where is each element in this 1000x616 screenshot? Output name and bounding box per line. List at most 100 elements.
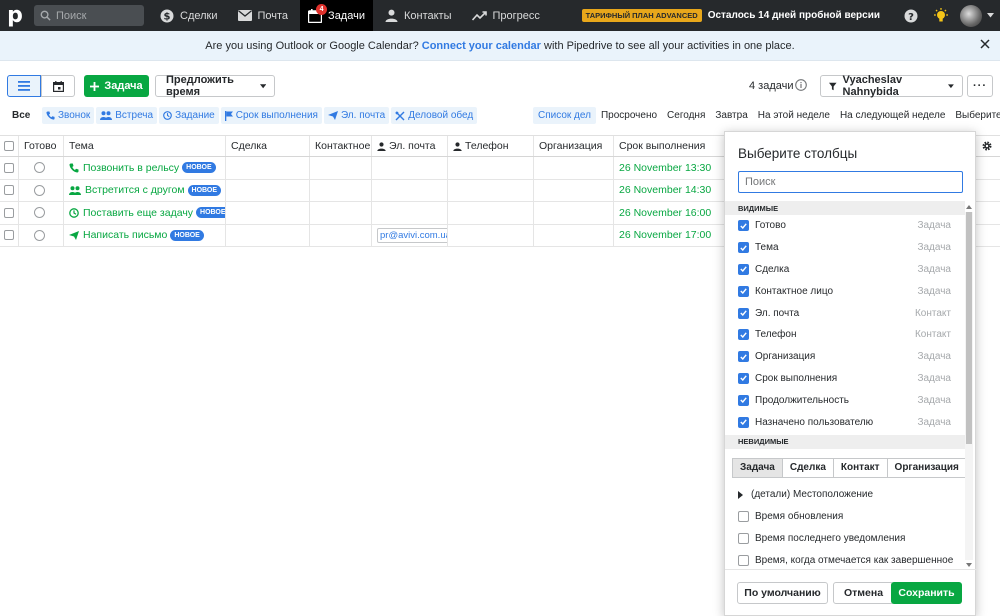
period-select[interactable]: Выберите период [950, 107, 1000, 124]
tab-organization[interactable]: Организация [886, 457, 967, 478]
subject-link[interactable]: Написать письмо [69, 229, 167, 241]
nav-contacts[interactable]: Контакты [377, 0, 460, 31]
pipedrive-logo[interactable]: p [0, 0, 30, 31]
period-overdue[interactable]: Просрочено [596, 107, 662, 124]
list-view-button[interactable] [7, 75, 41, 97]
column-item[interactable]: Сделка Задача [725, 259, 965, 281]
row-checkbox[interactable] [4, 207, 14, 218]
scrollbar-thumb[interactable] [966, 212, 972, 444]
period-next-week[interactable]: На следующей неделе [835, 107, 950, 124]
mark-done-radio[interactable] [34, 162, 45, 174]
column-item[interactable]: Организация Задача [725, 346, 965, 368]
checked-checkbox[interactable] [738, 372, 749, 384]
filter-type-lunch[interactable]: Деловой обед [391, 107, 478, 124]
column-item[interactable]: Продолжительность Задача [725, 389, 965, 411]
column-item[interactable]: Готово Задача [725, 215, 965, 237]
filter-type-deadline[interactable]: Срок выполнения [220, 107, 322, 124]
subject-link[interactable]: Позвонить в рельсу [69, 162, 179, 174]
column-item[interactable]: Время последнего уведомления [725, 528, 965, 550]
scroll-down-arrow[interactable] [966, 563, 972, 567]
header-done[interactable]: Готово [19, 136, 64, 156]
unchecked-checkbox[interactable] [738, 554, 749, 566]
user-menu-caret[interactable] [982, 0, 998, 31]
column-item[interactable]: Время обновления [725, 506, 965, 528]
user-avatar[interactable] [960, 4, 982, 27]
nav-progress[interactable]: Прогресс [464, 0, 548, 31]
column-group-location[interactable]: (детали) Местоположение [725, 484, 977, 506]
column-item[interactable]: Назначено пользователю Задача [725, 411, 965, 433]
unchecked-checkbox[interactable] [738, 511, 749, 523]
column-item[interactable]: Тема Задача [725, 237, 965, 259]
column-item[interactable]: Срок выполнения Задача [725, 368, 965, 390]
checked-checkbox[interactable] [738, 263, 749, 275]
global-search[interactable] [34, 5, 144, 26]
tips-button[interactable] [928, 0, 954, 31]
reset-default-button[interactable]: По умолчанию [737, 582, 828, 604]
subject-link[interactable]: Поставить еще задачу [69, 207, 193, 219]
nav-mail[interactable]: Почта [230, 0, 297, 31]
header-org[interactable]: Организация [534, 136, 614, 156]
checked-checkbox[interactable] [738, 416, 749, 428]
checked-checkbox[interactable] [738, 351, 749, 363]
filter-type-task[interactable]: Задание [159, 107, 219, 124]
suggest-time-button[interactable]: Предложить время [155, 74, 275, 98]
mark-done-radio[interactable] [34, 207, 45, 219]
more-options-button[interactable]: ··· [967, 75, 993, 97]
checked-checkbox[interactable] [738, 394, 749, 406]
column-settings-button[interactable] [981, 140, 993, 155]
checked-checkbox[interactable] [738, 307, 749, 319]
column-item[interactable]: Телефон Контакт [725, 324, 965, 346]
column-item[interactable]: Эл. почта Контакт [725, 302, 965, 324]
column-list[interactable]: ВИДИМЫЕ Готово Задача Тема Задача Сделка За… [725, 201, 977, 567]
global-search-input[interactable] [56, 9, 136, 22]
nav-activities[interactable]: 4 Задачи [300, 0, 373, 31]
checked-checkbox[interactable] [738, 242, 749, 254]
unchecked-checkbox[interactable] [738, 532, 749, 544]
subject-link[interactable]: Встретится с другом [69, 184, 185, 196]
nav-deals[interactable]: $ Сделки [152, 0, 226, 31]
filter-type-email[interactable]: Эл. почта [323, 107, 390, 124]
connect-calendar-link[interactable]: Connect your calendar [422, 40, 541, 52]
add-activity-button[interactable]: Задача [84, 75, 149, 97]
checked-checkbox[interactable] [738, 329, 749, 341]
column-item[interactable]: Время, когда отмечается как завершенное [725, 549, 965, 567]
filter-type-meeting[interactable]: Встреча [96, 107, 158, 124]
tab-contact[interactable]: Контакт [832, 457, 888, 478]
row-checkbox[interactable] [4, 162, 14, 173]
email-chip[interactable]: pr@avivi.com.ua [377, 227, 447, 243]
period-this-week[interactable]: На этой неделе [753, 107, 835, 124]
select-all-checkbox[interactable] [4, 141, 14, 151]
mark-done-radio[interactable] [34, 229, 45, 241]
header-subject[interactable]: Тема [64, 136, 226, 156]
column-item[interactable]: Контактное лицо Задача [725, 280, 965, 302]
period-tomorrow[interactable]: Завтра [710, 107, 752, 124]
filter-all[interactable]: Все [12, 110, 30, 121]
header-email[interactable]: Эл. почта [372, 136, 448, 156]
period-todo[interactable]: Список дел [533, 107, 596, 124]
checked-checkbox[interactable] [738, 220, 749, 232]
header-phone[interactable]: Телефон [448, 136, 534, 156]
scroll-up-arrow[interactable] [966, 205, 972, 209]
tab-deal[interactable]: Сделка [781, 457, 834, 478]
calendar-view-button[interactable] [41, 75, 75, 97]
column-list-scrollbar[interactable] [965, 204, 973, 568]
cancel-button[interactable]: Отмена [833, 582, 894, 604]
header-deal[interactable]: Сделка [226, 136, 310, 156]
user-filter-dropdown[interactable]: Vyacheslav Nahnybida [820, 74, 963, 98]
filter-type-call[interactable]: Звонок [42, 107, 95, 124]
column-label: Назначено пользователю [755, 416, 874, 428]
row-checkbox[interactable] [4, 230, 14, 241]
mark-done-radio[interactable] [34, 184, 45, 196]
period-today[interactable]: Сегодня [662, 107, 710, 124]
help-button[interactable]: ? [898, 0, 924, 31]
save-button[interactable]: Сохранить [891, 582, 962, 604]
header-contact[interactable]: Контактное лицо [310, 136, 372, 156]
header-due[interactable]: Срок выполнения [614, 136, 725, 156]
info-button[interactable] [795, 79, 807, 94]
plan-badge[interactable]: ТАРИФНЫЙ ПЛАН ADVANCED [581, 9, 702, 22]
row-checkbox[interactable] [4, 185, 14, 196]
tab-activity[interactable]: Задача [732, 457, 783, 478]
column-search-input[interactable] [738, 171, 963, 193]
banner-close-button[interactable] [980, 39, 990, 52]
checked-checkbox[interactable] [738, 285, 749, 297]
